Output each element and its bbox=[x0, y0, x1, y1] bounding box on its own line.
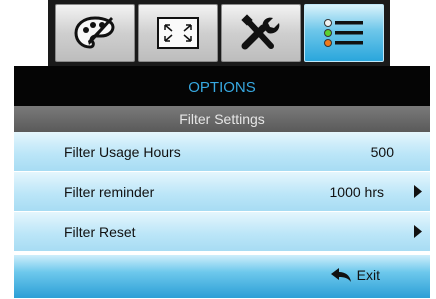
chevron-right-icon bbox=[414, 185, 422, 198]
menu-row-value: 1000 hrs bbox=[329, 184, 384, 200]
exit-button[interactable]: Exit bbox=[330, 267, 380, 283]
menu-tab-bar bbox=[48, 0, 390, 66]
tab-setup[interactable] bbox=[221, 4, 301, 62]
tab-display[interactable] bbox=[138, 4, 218, 62]
menu-row-label: Filter Reset bbox=[64, 224, 136, 240]
menu-row-label: Filter reminder bbox=[64, 184, 155, 200]
tools-icon bbox=[241, 14, 280, 50]
options-list-icon bbox=[324, 19, 363, 47]
menu-row-filter-reset[interactable]: Filter Reset bbox=[14, 212, 430, 252]
chevron-right-icon bbox=[414, 225, 422, 238]
menu-row-filter-usage-hours[interactable]: Filter Usage Hours 500 bbox=[14, 132, 430, 172]
tab-options[interactable] bbox=[304, 4, 384, 62]
palette-icon bbox=[74, 16, 115, 49]
tab-image[interactable] bbox=[55, 4, 135, 62]
options-menu-panel: OPTIONS Filter Settings Filter Usage Hou… bbox=[14, 66, 430, 298]
menu-row-label: Filter Usage Hours bbox=[64, 144, 181, 160]
menu-title: OPTIONS bbox=[14, 66, 430, 106]
return-arrow-icon bbox=[330, 268, 351, 282]
exit-label: Exit bbox=[356, 267, 380, 283]
menu-row-value: 500 bbox=[370, 144, 394, 160]
menu-row-filter-reminder[interactable]: Filter reminder 1000 hrs bbox=[14, 172, 430, 212]
screen-resize-icon bbox=[157, 17, 199, 49]
menu-subtitle: Filter Settings bbox=[14, 106, 430, 132]
menu-footer: Exit bbox=[14, 253, 430, 298]
